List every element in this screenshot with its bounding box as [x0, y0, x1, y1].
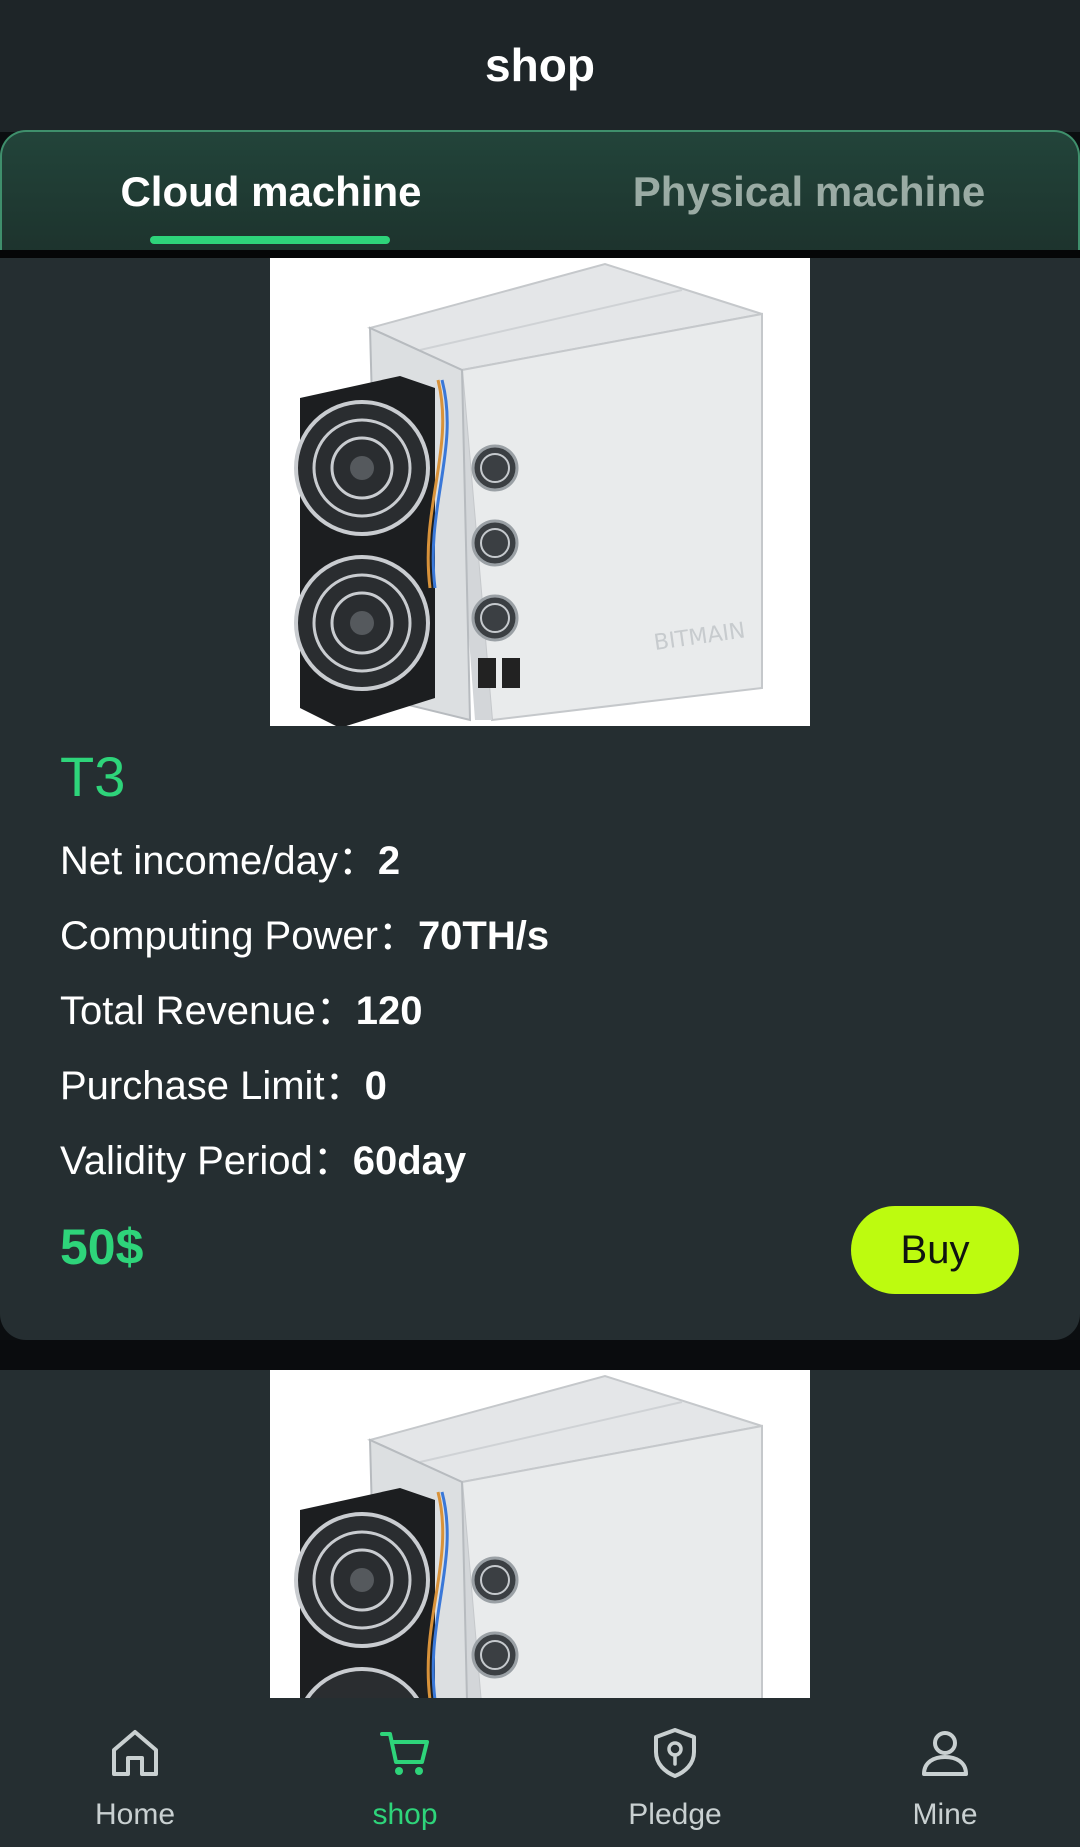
spec-computing-power: Computing Power：70TH/s [60, 903, 549, 961]
mining-machine-image [294, 1374, 763, 1700]
nav-item-pledge[interactable]: Pledge [540, 1698, 810, 1847]
mining-machine-image: BITMAIN [294, 262, 763, 726]
spec-label: Validity Period： [60, 1139, 353, 1183]
spec-value: 60day [352, 1139, 467, 1183]
nav-item-mine[interactable]: Mine [810, 1698, 1080, 1847]
nav-item-home[interactable]: Home [0, 1698, 270, 1847]
shop-page: shop Cloud machine Physical machine BITM… [0, 0, 1080, 1847]
nav-label: Pledge [628, 1798, 722, 1831]
spec-net-income: Net income/day：2 [60, 828, 400, 886]
spec-label: Total Revenue： [60, 989, 356, 1033]
product-image: BITMAIN [270, 258, 810, 726]
nav-label: Mine [912, 1798, 978, 1831]
nav-label: shop [372, 1798, 438, 1831]
home-icon [112, 1730, 158, 1776]
spec-purchase-limit: Purchase Limit：0 [60, 1053, 387, 1111]
spec-value: 70TH/s [417, 914, 550, 958]
product-image [270, 1370, 810, 1700]
top-bar: shop [0, 0, 1080, 132]
machine-type-tabs: Cloud machine Physical machine [0, 130, 1080, 252]
nav-item-shop[interactable]: shop [270, 1698, 540, 1847]
bottom-navigation: Home shop Pledge Mine [0, 1698, 1080, 1847]
tab-label: Physical machine [632, 168, 986, 215]
active-tab-indicator [150, 236, 390, 244]
tab-physical-machine[interactable]: Physical machine [540, 132, 1078, 252]
product-price: 50$ [60, 1219, 144, 1275]
spec-label: Net income/day： [60, 839, 378, 883]
card-separator [0, 1340, 1080, 1370]
spec-label: Purchase Limit： [60, 1064, 365, 1108]
page-title: shop [485, 39, 595, 91]
spec-value: 0 [364, 1064, 387, 1108]
spec-validity-period: Validity Period：60day [60, 1128, 466, 1186]
tab-cloud-machine[interactable]: Cloud machine [2, 132, 540, 252]
spec-value: 2 [377, 839, 401, 883]
nav-label: Home [94, 1798, 176, 1831]
spec-value: 120 [355, 989, 423, 1033]
spec-total-revenue: Total Revenue：120 [60, 978, 422, 1036]
cart-icon [380, 1732, 429, 1775]
product-card: BITMAIN T3 Net income/day：2 Computing Po… [0, 258, 1080, 1340]
product-name: T3 [60, 745, 126, 808]
spec-label: Computing Power： [60, 914, 418, 958]
buy-button[interactable]: Buy [851, 1206, 1019, 1294]
user-icon [922, 1731, 968, 1776]
divider [0, 250, 1080, 258]
shield-icon [654, 1728, 696, 1778]
product-card [0, 1370, 1080, 1700]
